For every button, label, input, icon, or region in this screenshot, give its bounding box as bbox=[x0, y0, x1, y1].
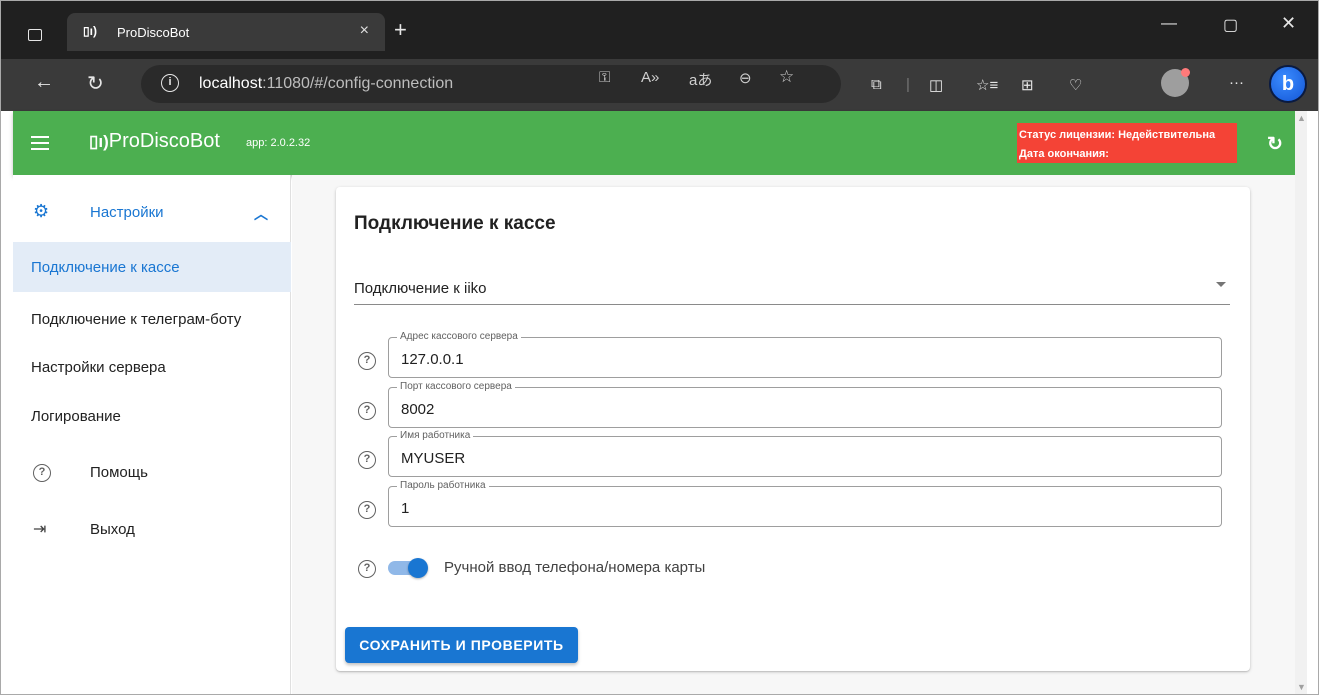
address-toolbar: ← ↻ i localhost:11080/#/config-connectio… bbox=[1, 59, 1318, 111]
help-icon: ? bbox=[33, 462, 51, 482]
zoom-out-icon[interactable]: ⊖ bbox=[739, 69, 752, 87]
field-row-server-address: ? Адрес кассового сервера 127.0.0.1 bbox=[354, 331, 1230, 379]
reload-icon[interactable]: ↻ bbox=[87, 71, 104, 96]
main-content: Подключение к кассе Подключение к iiko ?… bbox=[292, 175, 1295, 694]
sidebar-item-cash-connection[interactable]: Подключение к кассе bbox=[13, 242, 291, 292]
server-address-field[interactable]: Адрес кассового сервера 127.0.0.1 bbox=[388, 331, 1222, 378]
bing-copilot-icon[interactable]: b bbox=[1269, 65, 1307, 103]
field-label: Имя работника bbox=[397, 430, 474, 441]
close-tab-icon[interactable]: × bbox=[360, 22, 369, 40]
sidebar-item-logout[interactable]: ⇥ Выход bbox=[13, 504, 291, 554]
app-brand[interactable]: ▯ı)ProDiscoBot bbox=[89, 130, 220, 153]
sidebar-item-label: Подключение к телеграм-боту bbox=[31, 311, 242, 328]
connection-type-value: Подключение к iiko bbox=[354, 280, 487, 297]
tab-strip: ▯ı) ProDiscoBot × + — ▢ ✕ bbox=[1, 1, 1318, 59]
license-status-text: Статус лицензии: Недействительна bbox=[1019, 129, 1216, 141]
address-bar[interactable]: i localhost:11080/#/config-connection bbox=[141, 65, 841, 103]
window-menu-icon[interactable] bbox=[28, 29, 42, 41]
field-label: Адрес кассового сервера bbox=[397, 331, 521, 342]
sidebar-item-server-settings[interactable]: Настройки сервера bbox=[13, 342, 291, 392]
field-value[interactable]: 8002 bbox=[401, 401, 434, 418]
browser-essentials-icon[interactable]: ♡ bbox=[1069, 76, 1082, 94]
toolbar-separator: | bbox=[906, 76, 910, 93]
sidebar: ⚙ Настройки ︿ Подключение к кассе Подклю… bbox=[13, 175, 291, 694]
sidebar-item-label: Помощь bbox=[90, 464, 148, 481]
collections-icon[interactable]: ⊞ bbox=[1021, 76, 1034, 94]
save-and-check-button[interactable]: СОХРАНИТЬ И ПРОВЕРИТЬ bbox=[345, 627, 578, 663]
more-icon[interactable]: ··· bbox=[1229, 74, 1244, 91]
tab-title: ProDiscoBot bbox=[117, 25, 190, 40]
new-tab-button[interactable]: + bbox=[394, 17, 407, 43]
browser-tab[interactable]: ▯ı) ProDiscoBot × bbox=[67, 13, 385, 51]
favorites-icon[interactable]: ☆≡ bbox=[976, 76, 998, 94]
key-icon[interactable]: ⚿ bbox=[599, 69, 610, 86]
notification-dot bbox=[1181, 68, 1190, 77]
info-icon[interactable]: i bbox=[161, 74, 179, 92]
help-icon[interactable]: ? bbox=[358, 350, 376, 370]
field-value[interactable]: MYUSER bbox=[401, 450, 465, 467]
chevron-up-icon: ︿ bbox=[254, 206, 268, 222]
toggle-label[interactable]: Ручной ввод телефона/номера карты bbox=[444, 559, 705, 576]
scroll-up-icon[interactable]: ▲ bbox=[1297, 113, 1306, 123]
brand-name: ProDiscoBot bbox=[108, 130, 220, 152]
connection-type-select[interactable]: Подключение к iiko bbox=[354, 269, 1230, 305]
refresh-license-icon[interactable]: ↻ bbox=[1267, 133, 1283, 156]
field-label: Порт кассового сервера bbox=[397, 381, 515, 392]
help-icon[interactable]: ? bbox=[358, 499, 376, 519]
prodiscobot-favicon-icon: ▯ı) bbox=[83, 24, 97, 38]
field-row-employee-name: ? Имя работника MYUSER bbox=[354, 430, 1230, 478]
dropdown-arrow-icon bbox=[1216, 282, 1226, 287]
toggle-knob bbox=[408, 558, 428, 578]
page-scrollbar[interactable]: ▲ ▼ bbox=[1295, 111, 1307, 694]
field-label: Пароль работника bbox=[397, 480, 489, 491]
profile-icon[interactable] bbox=[1161, 68, 1190, 97]
translate-icon[interactable]: aあ bbox=[689, 69, 712, 90]
license-expiry-text: Дата окончания: bbox=[1019, 148, 1109, 160]
close-window-icon[interactable]: ✕ bbox=[1281, 13, 1296, 34]
help-icon[interactable]: ? bbox=[358, 400, 376, 420]
logout-icon: ⇥ bbox=[33, 521, 47, 538]
browser-window: ▯ı) ProDiscoBot × + — ▢ ✕ ← ↻ i localhos… bbox=[0, 0, 1319, 695]
field-row-employee-password: ? Пароль работника 1 bbox=[354, 480, 1230, 528]
field-value[interactable]: 127.0.0.1 bbox=[401, 351, 464, 368]
url-text[interactable]: localhost:11080/#/config-connection bbox=[199, 75, 453, 93]
sidebar-item-logging[interactable]: Логирование bbox=[13, 391, 291, 441]
page-title: Подключение к кассе bbox=[354, 213, 556, 234]
read-aloud-icon[interactable]: A» bbox=[641, 69, 659, 86]
employee-name-field[interactable]: Имя работника MYUSER bbox=[388, 430, 1222, 477]
scroll-down-icon[interactable]: ▼ bbox=[1297, 682, 1306, 692]
field-value[interactable]: 1 bbox=[401, 500, 409, 517]
sidebar-item-label: Настройки сервера bbox=[31, 359, 166, 376]
server-port-field[interactable]: Порт кассового сервера 8002 bbox=[388, 381, 1222, 428]
field-row-server-port: ? Порт кассового сервера 8002 bbox=[354, 381, 1230, 429]
settings-card: Подключение к кассе Подключение к iiko ?… bbox=[336, 187, 1250, 671]
manual-input-toggle-row: ? Ручной ввод телефона/номера карты bbox=[354, 553, 954, 583]
prodiscobot-logo-icon: ▯ı) bbox=[89, 132, 109, 151]
back-icon[interactable]: ← bbox=[34, 71, 54, 94]
favorite-star-icon[interactable]: ☆ bbox=[779, 67, 794, 87]
help-icon[interactable]: ? bbox=[358, 558, 376, 578]
maximize-icon[interactable]: ▢ bbox=[1223, 15, 1238, 35]
sidebar-item-label: Логирование bbox=[31, 408, 121, 425]
employee-password-field[interactable]: Пароль работника 1 bbox=[388, 480, 1222, 527]
menu-icon[interactable] bbox=[31, 136, 49, 154]
gear-icon: ⚙ bbox=[33, 201, 50, 221]
sidebar-item-label: Выход bbox=[90, 521, 135, 538]
sidebar-item-help[interactable]: ? Помощь bbox=[13, 447, 291, 497]
license-status-badge: Статус лицензии: Недействительна Дата ок… bbox=[1017, 123, 1237, 163]
app-header: ▯ı)ProDiscoBot app: 2.0.2.32 Статус лице… bbox=[13, 111, 1295, 175]
sidebar-group-settings[interactable]: ⚙ Настройки ︿ bbox=[13, 193, 291, 233]
sidebar-group-label: Настройки bbox=[90, 204, 164, 221]
help-icon[interactable]: ? bbox=[358, 449, 376, 469]
split-screen-icon[interactable]: ◫ bbox=[929, 76, 943, 94]
minimize-icon[interactable]: — bbox=[1161, 15, 1177, 33]
sidebar-item-telegram-connection[interactable]: Подключение к телеграм-боту bbox=[13, 294, 291, 344]
manual-input-toggle[interactable] bbox=[386, 557, 428, 579]
sidebar-item-label: Подключение к кассе bbox=[31, 259, 180, 276]
app-version: app: 2.0.2.32 bbox=[246, 137, 311, 149]
extensions-icon[interactable]: ⧉ bbox=[871, 76, 882, 93]
